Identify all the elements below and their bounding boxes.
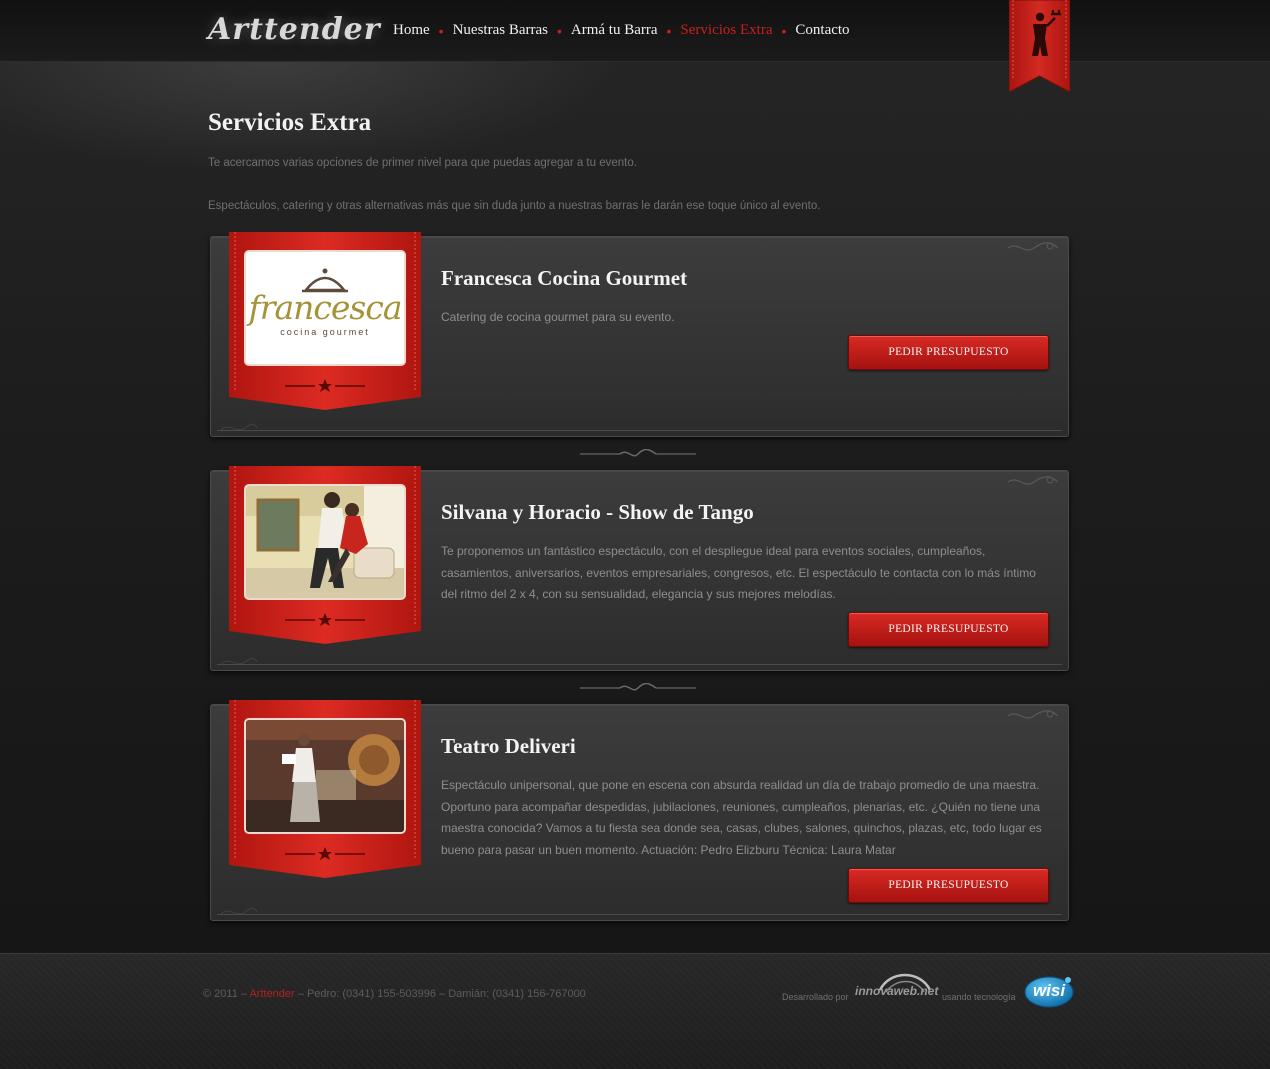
francesca-subtitle: cocina gourmet — [280, 327, 370, 337]
wisi-wordmark: wisi — [1032, 981, 1066, 1000]
service-title: Francesca Cocina Gourmet — [441, 266, 688, 290]
nav-separator: • — [666, 22, 672, 39]
service-card-teatro: Teatro Deliveri Espectáculo unipersonal,… — [210, 700, 1069, 921]
service-description: Catering de cocina gourmet para su event… — [441, 310, 675, 324]
wisi-logo[interactable]: wisi — [1024, 976, 1074, 1008]
nav-item-nuestras-barras[interactable]: Nuestras Barras — [453, 22, 548, 39]
footer-contacts: – Pedro: (0341) 155-503996 – Damián: (03… — [297, 988, 586, 1000]
nav-item-home[interactable]: Home — [393, 22, 430, 39]
card-inner-border — [217, 664, 1062, 665]
nav-item-arma-tu-barra[interactable]: Armá tu Barra — [571, 22, 658, 39]
developed-by-label: Desarrollado por — [782, 992, 849, 1002]
francesca-logo: francesca cocina gourmet — [244, 250, 406, 366]
service-badge: francesca cocina gourmet — [229, 232, 421, 412]
footer-brand-link[interactable]: Arttender — [249, 988, 294, 1000]
service-badge — [229, 466, 421, 646]
service-description: Te proponemos un fantástico espectáculo,… — [441, 544, 1036, 601]
tango-show-photo — [244, 484, 406, 600]
developer-logo[interactable]: innovaweb.net — [855, 984, 938, 998]
request-quote-button[interactable]: PEDIR PRESUPUESTO — [848, 335, 1049, 370]
site-header: Arttender Home • Nuestras Barras • Armá … — [0, 0, 1270, 92]
page-intro: Te acercamos varias opciones de primer n… — [208, 156, 820, 242]
ornament-divider-icon — [580, 683, 696, 691]
nav-separator: • — [438, 22, 444, 39]
nav-separator: • — [556, 22, 562, 39]
nav-item-servicios-extra[interactable]: Servicios Extra — [680, 22, 772, 39]
page-title: Servicios Extra — [208, 109, 372, 136]
nav-item-contacto[interactable]: Contacto — [795, 22, 849, 39]
request-quote-button[interactable]: PEDIR PRESUPUESTO — [848, 612, 1049, 647]
ornament-swirl-icon — [1007, 476, 1059, 485]
card-inner-border — [217, 914, 1062, 915]
intro-paragraph: Espectáculos, catering y otras alternati… — [208, 199, 821, 212]
nav-separator: • — [781, 22, 787, 39]
intro-paragraph: Te acercamos varias opciones de primer n… — [208, 157, 637, 169]
service-badge — [229, 700, 421, 880]
ornament-swirl-icon — [1007, 242, 1059, 251]
service-title: Silvana y Horacio - Show de Tango — [441, 500, 754, 524]
footer-copyright: © 2011 – Arttender – Pedro: (0341) 155-5… — [203, 988, 586, 1000]
service-card-tango: Silvana y Horacio - Show de Tango Te pro… — [210, 466, 1069, 671]
ornament-swirl-icon — [220, 657, 258, 665]
service-title: Teatro Deliveri — [441, 734, 576, 758]
tech-label: usando tecnología — [942, 992, 1016, 1002]
service-description: Espectáculo unipersonal, que pone en esc… — [441, 778, 1042, 857]
waiter-ribbon-icon — [1009, 0, 1070, 92]
site-logo[interactable]: Arttender — [208, 12, 381, 47]
site-footer: © 2011 – Arttender – Pedro: (0341) 155-5… — [0, 953, 1270, 1069]
copyright-prefix: © 2011 – — [203, 988, 247, 1000]
service-card-francesca: francesca cocina gourmet Francesca Cocin… — [210, 232, 1069, 437]
main-nav: Home • Nuestras Barras • Armá tu Barra •… — [393, 22, 850, 39]
ornament-swirl-icon — [220, 423, 258, 431]
request-quote-button[interactable]: PEDIR PRESUPUESTO — [848, 868, 1049, 903]
ornament-divider-icon — [580, 449, 696, 457]
teatro-show-photo — [244, 718, 406, 834]
ornament-swirl-icon — [220, 907, 258, 915]
francesca-wordmark: francesca — [248, 288, 402, 327]
card-inner-border — [217, 430, 1062, 431]
ornament-swirl-icon — [1007, 710, 1059, 719]
